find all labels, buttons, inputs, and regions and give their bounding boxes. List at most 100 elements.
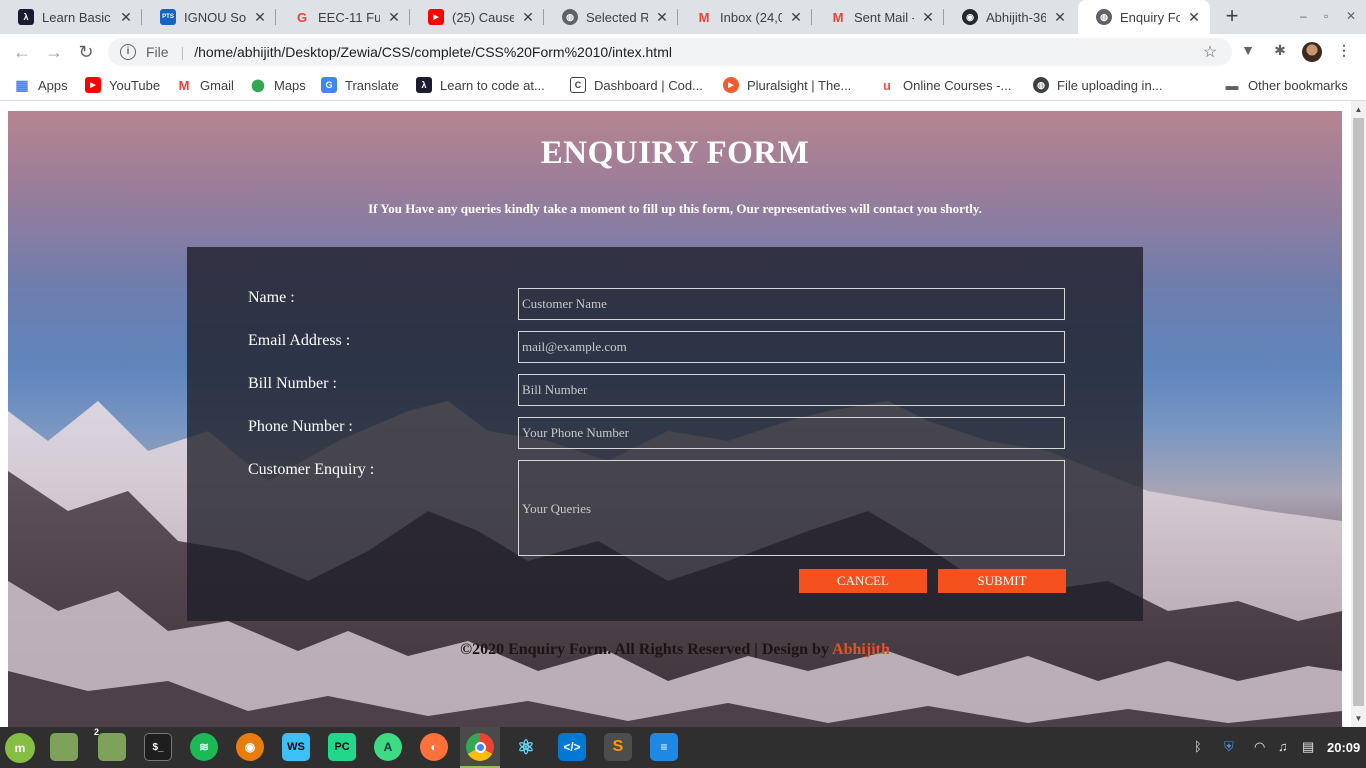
- files-icon[interactable]: [50, 733, 78, 761]
- new-tab-button[interactable]: +: [1220, 5, 1244, 29]
- clock[interactable]: 20:09: [1327, 740, 1360, 755]
- close-tab-icon[interactable]: ✕: [118, 9, 134, 26]
- forward-icon[interactable]: →: [42, 40, 66, 64]
- bookmark-pluralsight[interactable]: ▶ Pluralsight | The...: [723, 77, 851, 93]
- tab-title: Inbox (24,06: [720, 9, 782, 25]
- close-tab-icon[interactable]: ✕: [386, 9, 402, 26]
- close-tab-icon[interactable]: ✕: [252, 9, 268, 26]
- scroll-up-icon[interactable]: ▲: [1354, 105, 1363, 114]
- terminal-icon[interactable]: $_: [144, 733, 172, 761]
- bookmark-other[interactable]: ▬ Other bookmarks: [1224, 77, 1348, 93]
- tab-ignou[interactable]: PTS IGNOU Solv ✕: [142, 0, 276, 34]
- pluralsight-icon: ▶: [723, 77, 739, 93]
- tab-title: (25) Causes: [452, 9, 514, 25]
- bookmark-apps[interactable]: ▦ Apps: [14, 77, 67, 93]
- bookmark-youtube[interactable]: ▶ YouTube: [85, 77, 160, 93]
- restore-icon[interactable]: ▫: [1324, 9, 1328, 23]
- customer-enquiry-textarea[interactable]: [518, 460, 1065, 556]
- minimize-icon[interactable]: –: [1300, 9, 1307, 23]
- vscode-icon[interactable]: </>: [558, 733, 586, 761]
- tab-enquiry-form[interactable]: ◍ Enquiry Forn ✕: [1078, 0, 1210, 34]
- bookmark-file-uploading[interactable]: ◍ File uploading in...: [1033, 77, 1163, 93]
- sound-icon[interactable]: ♫: [1278, 739, 1288, 754]
- bookmark-translate[interactable]: G Translate: [321, 77, 399, 93]
- bookmark-label: Learn to code at...: [440, 77, 545, 93]
- text-editor-icon[interactable]: ≡: [650, 733, 678, 761]
- scrollbar-thumb[interactable]: [1353, 118, 1364, 706]
- udemy-icon: u: [883, 77, 891, 93]
- close-window-icon[interactable]: ✕: [1346, 9, 1356, 23]
- extensions-icon[interactable]: ✱: [1270, 42, 1290, 62]
- shield-icon[interactable]: ⛨: [1224, 739, 1234, 755]
- bookmark-freecodecamp[interactable]: λ Learn to code at...: [416, 77, 545, 93]
- bookmarks-bar: ▦ Apps ▶ YouTube M Gmail ⬤ Maps G Transl…: [0, 70, 1366, 101]
- spotify-icon[interactable]: ≋: [190, 733, 218, 761]
- folder-icon: ▬: [1225, 77, 1239, 93]
- bookmark-label: Maps: [274, 77, 306, 93]
- tab-youtube[interactable]: ▶ (25) Causes ✕: [410, 0, 544, 34]
- mint-menu-icon[interactable]: m: [5, 733, 35, 763]
- webstorm-icon[interactable]: WS: [282, 733, 310, 761]
- reload-icon[interactable]: ↻: [74, 40, 98, 64]
- freecodecamp-icon: λ: [18, 9, 34, 25]
- author-link[interactable]: Abhijith: [832, 641, 890, 658]
- close-tab-icon[interactable]: ✕: [654, 9, 670, 26]
- bookmark-udemy[interactable]: u Online Courses -...: [879, 77, 1011, 93]
- pycharm-icon[interactable]: PC: [328, 733, 356, 761]
- taskbar: m 2 $_ ≋ ◉ WS PC A ◐ ⚛ </> S ≡ ᛒ ⛨ ◠ ♫ ▤…: [0, 727, 1366, 768]
- close-tab-icon[interactable]: ✕: [520, 9, 536, 26]
- enquiry-form: Name : Email Address : Bill Number : Pho…: [187, 247, 1143, 621]
- tab-title: IGNOU Solv: [184, 9, 246, 25]
- globe-icon: ◍: [1033, 77, 1049, 93]
- info-icon[interactable]: i: [120, 44, 136, 60]
- bookmark-dashboard[interactable]: C Dashboard | Cod...: [570, 77, 703, 93]
- bill-number-input[interactable]: [518, 374, 1065, 406]
- tab-sent-mail[interactable]: M Sent Mail - a ✕: [812, 0, 944, 34]
- url-text[interactable]: /home/abhijith/Desktop/Zewia/CSS/complet…: [194, 44, 1200, 60]
- close-tab-icon[interactable]: ✕: [1052, 9, 1068, 26]
- blender-icon[interactable]: ◉: [236, 733, 264, 761]
- back-icon[interactable]: ←: [10, 40, 34, 64]
- close-tab-icon[interactable]: ✕: [1186, 9, 1202, 26]
- bluetooth-icon[interactable]: ᛒ: [1194, 739, 1202, 754]
- clipboard-icon[interactable]: ▤: [1302, 739, 1314, 755]
- bookmark-gmail[interactable]: M Gmail: [176, 77, 234, 93]
- tab-title: Learn Basic: [42, 9, 111, 25]
- globe-icon: ◍: [1096, 9, 1112, 25]
- submit-button[interactable]: SUBMIT: [938, 569, 1066, 593]
- translate-icon: G: [321, 77, 337, 93]
- divider: |: [180, 44, 185, 60]
- atom-icon[interactable]: ⚛: [512, 733, 540, 761]
- android-studio-icon[interactable]: A: [374, 733, 402, 761]
- tab-inbox[interactable]: M Inbox (24,06 ✕: [678, 0, 812, 34]
- bookmark-label: Pluralsight | The...: [747, 77, 852, 93]
- tab-github[interactable]: ◉ Abhijith-365 ✕: [944, 0, 1076, 34]
- footer-copyright: ©2020 Enquiry Form. All Rights Reserved …: [8, 641, 1342, 659]
- gmail-icon: M: [698, 9, 710, 25]
- github-icon: ◉: [962, 9, 978, 25]
- close-tab-icon[interactable]: ✕: [788, 9, 804, 26]
- tab-learn-basic[interactable]: λ Learn Basic ✕: [0, 0, 142, 34]
- files-window-icon[interactable]: 2: [94, 727, 126, 761]
- address-bar[interactable]: i File | /home/abhijith/Desktop/Zewia/CS…: [108, 38, 1232, 66]
- youtube-icon: ▶: [428, 9, 444, 25]
- tab-selected-ra[interactable]: ◍ Selected Ra ✕: [544, 0, 678, 34]
- firefox-icon[interactable]: ◐: [420, 733, 448, 761]
- bookmark-star-icon[interactable]: ☆: [1200, 42, 1220, 62]
- customer-name-input[interactable]: [518, 288, 1065, 320]
- cancel-button[interactable]: CANCEL: [799, 569, 927, 593]
- pts-icon: PTS: [160, 9, 176, 25]
- tab-title: Sent Mail - a: [854, 9, 914, 25]
- wifi-icon[interactable]: ◠: [1254, 739, 1265, 755]
- close-tab-icon[interactable]: ✕: [920, 9, 936, 26]
- tab-eec11[interactable]: G EEC-11 Fund ✕: [276, 0, 410, 34]
- scroll-down-icon[interactable]: ▼: [1354, 714, 1363, 723]
- email-input[interactable]: [518, 331, 1065, 363]
- sublime-text-icon[interactable]: S: [604, 733, 632, 761]
- phone-number-input[interactable]: [518, 417, 1065, 449]
- bookmark-maps[interactable]: ⬤ Maps: [250, 77, 306, 93]
- menu-icon[interactable]: ⋮: [1334, 42, 1354, 62]
- chrome-icon[interactable]: [466, 733, 494, 761]
- media-dropdown-icon[interactable]: ▼: [1238, 42, 1258, 62]
- profile-avatar[interactable]: [1302, 42, 1322, 62]
